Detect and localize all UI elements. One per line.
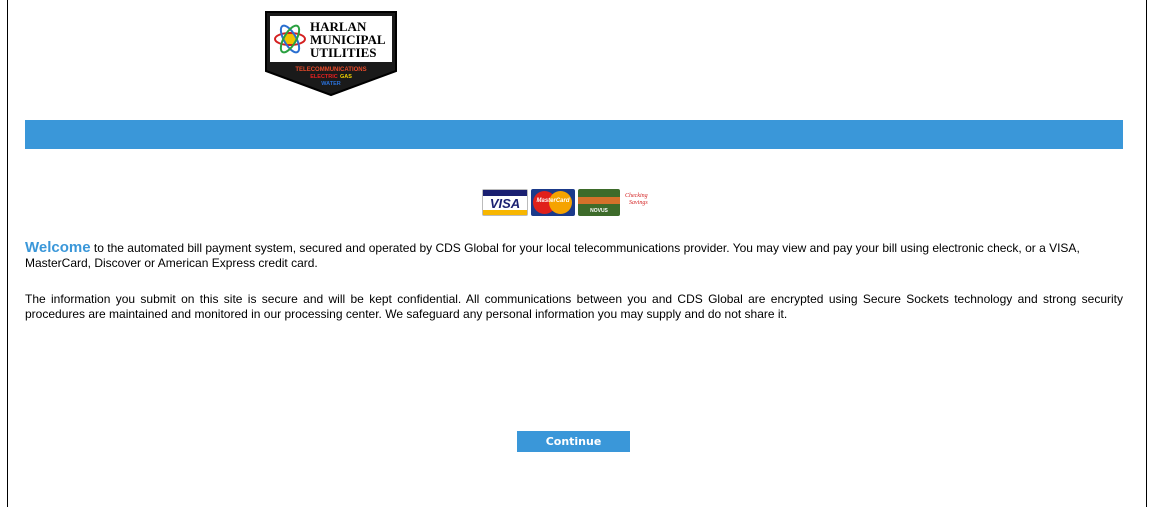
- svg-text:GAS: GAS: [340, 74, 352, 80]
- svg-text:TELECOMMUNICATIONS: TELECOMMUNICATIONS: [295, 67, 366, 73]
- svg-text:ELECTRIC: ELECTRIC: [310, 74, 338, 80]
- welcome-paragraph: Welcome to the automated bill payment sy…: [25, 240, 1123, 271]
- mastercard-logo-icon: MasterCard: [531, 189, 575, 216]
- welcome-text: to the automated bill payment system, se…: [25, 241, 1080, 270]
- svg-text:UTILITIES: UTILITIES: [310, 45, 376, 60]
- visa-logo-icon: VISA: [482, 189, 528, 216]
- header-banner: [25, 120, 1123, 149]
- svg-text:WATER: WATER: [321, 81, 340, 87]
- continue-button[interactable]: Continue: [517, 431, 630, 452]
- harlan-municipal-utilities-logo: HARLAN MUNICIPAL UTILITIES TELECOMMUNICA…: [262, 9, 400, 99]
- savings-label: Savings: [629, 200, 648, 206]
- security-paragraph: The information you submit on this site …: [25, 292, 1123, 321]
- checking-savings-logo: Checking Savings: [625, 193, 667, 207]
- welcome-heading: Welcome: [25, 239, 91, 256]
- discover-card-logo-icon: NOVUS: [578, 189, 620, 216]
- checking-label: Checking: [625, 193, 648, 199]
